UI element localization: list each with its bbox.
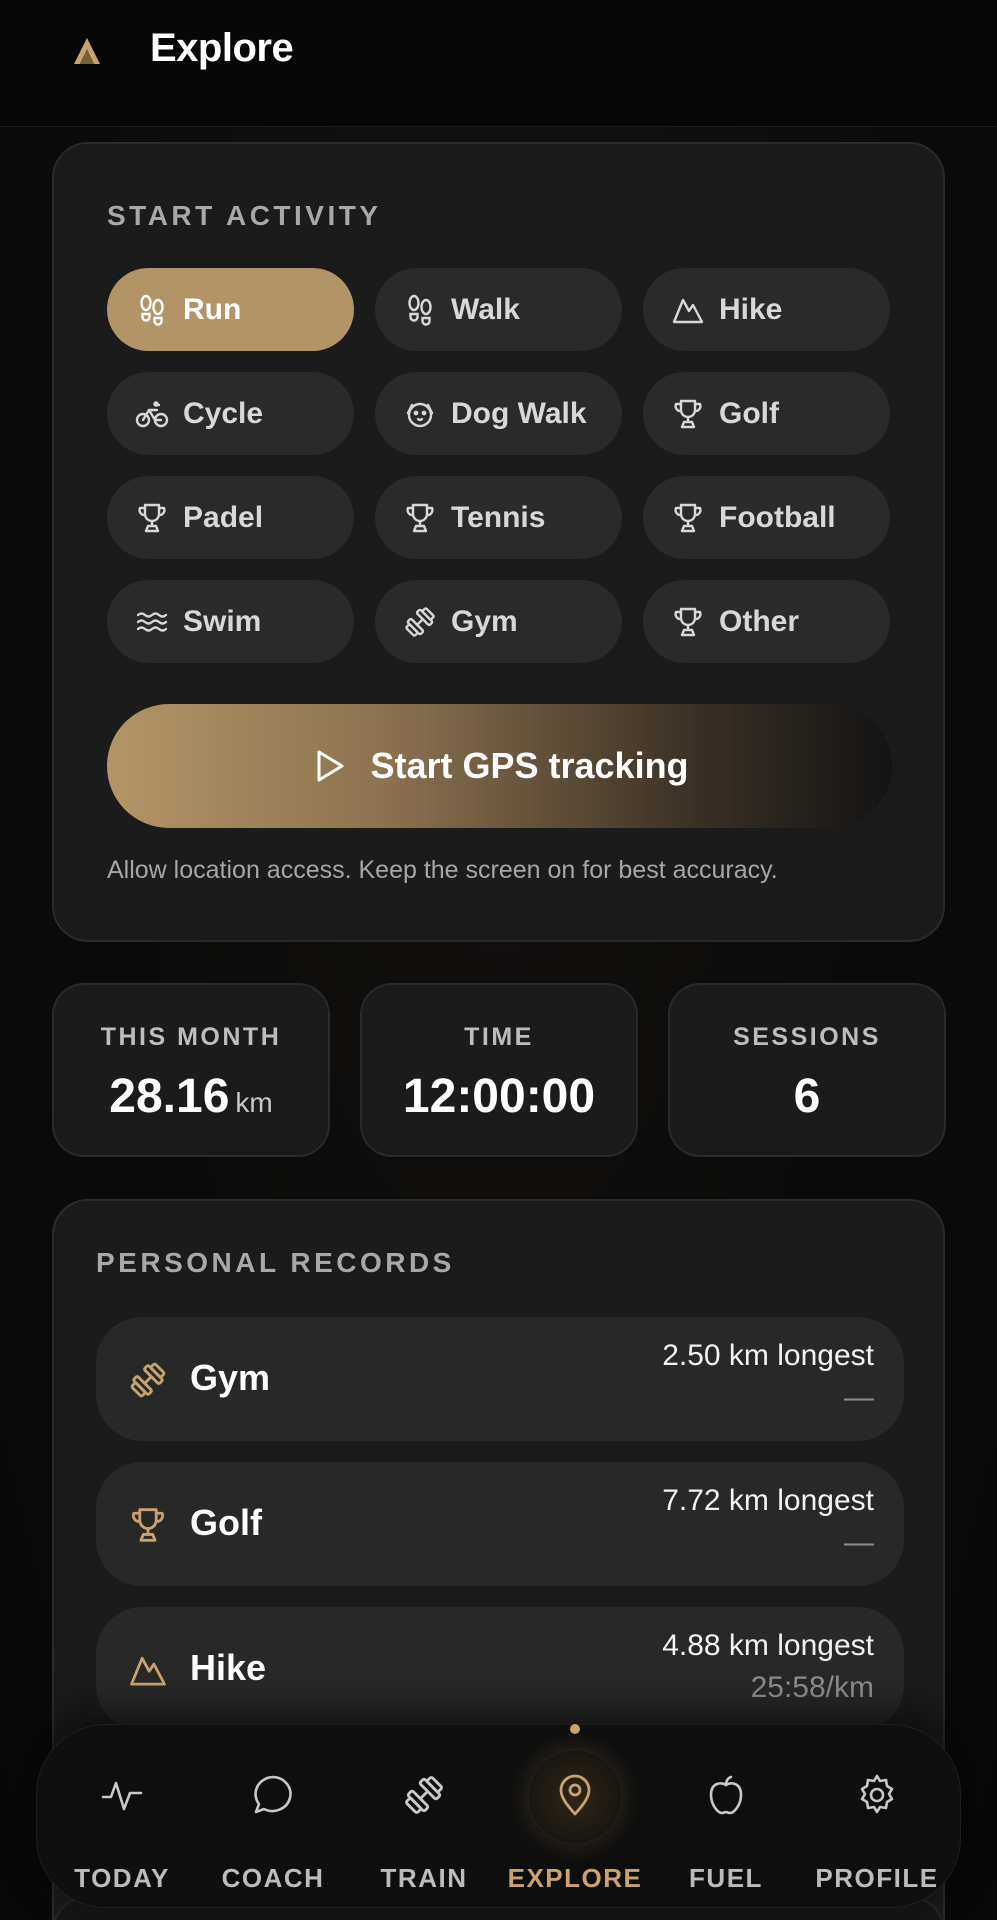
nav-label: COACH <box>221 1863 325 1893</box>
record-pace: — <box>844 1526 874 1559</box>
activity-chip-walk[interactable]: Walk <box>375 268 622 351</box>
nav-item-coach[interactable]: COACH <box>198 1725 348 1909</box>
start-activity-card: START ACTIVITY Run Walk Hike Cycle Dog W… <box>52 142 945 942</box>
stat-number: 28.16 <box>109 1070 230 1123</box>
stat-card-sessions: SESSIONS 6 <box>668 983 946 1157</box>
mountain-icon <box>672 298 704 323</box>
nav-item-explore[interactable]: EXPLORE <box>500 1724 650 1909</box>
nav-label: TODAY <box>74 1863 170 1893</box>
dumbbell-icon <box>405 1776 443 1814</box>
nav-label: PROFILE <box>815 1863 939 1893</box>
page-title: Explore <box>150 26 294 70</box>
record-distance: 4.88 km longest <box>662 1629 874 1662</box>
activity-chip-label: Swim <box>183 604 262 638</box>
stat-card-time: TIME 12:00:00 <box>360 983 638 1157</box>
record-pace: — <box>844 1381 874 1414</box>
gps-hint-text: Allow location access. Keep the screen o… <box>107 856 778 884</box>
mountain-icon <box>130 1656 166 1686</box>
activity-chip-cycle[interactable]: Cycle <box>107 372 354 455</box>
activity-icon <box>101 1781 143 1811</box>
nav-item-today[interactable]: TODAY <box>47 1725 197 1909</box>
record-row-golf[interactable]: Golf 7.72 km longest — <box>96 1462 904 1586</box>
nav-label: TRAIN <box>380 1863 468 1893</box>
app-logo-icon <box>74 38 100 64</box>
map-pin-icon <box>559 1774 591 1816</box>
trophy-icon <box>674 503 702 532</box>
nav-item-fuel[interactable]: FUEL <box>651 1725 801 1909</box>
nav-label: EXPLORE <box>507 1863 643 1893</box>
record-name: Hike <box>190 1647 267 1688</box>
personal-records-label: PERSONAL RECORDS <box>96 1247 455 1278</box>
activity-chip-grid: Run Walk Hike Cycle Dog Walk Golf Padel … <box>107 268 892 663</box>
dog-icon <box>406 402 434 427</box>
trophy-icon <box>406 503 434 532</box>
footprints-icon <box>140 294 164 326</box>
nav-label: FUEL <box>689 1863 763 1893</box>
trophy-icon <box>138 503 166 532</box>
trophy-icon <box>674 399 702 428</box>
stat-label: TIME <box>464 1023 534 1051</box>
bottom-navigation: TODAY COACH TRAIN EXPLORE FUEL PROFILE <box>36 1724 961 1908</box>
dumbbell-icon <box>130 1362 166 1398</box>
activity-chip-other[interactable]: Other <box>643 580 890 663</box>
activity-chip-label: Other <box>719 604 800 638</box>
record-row-gym[interactable]: Gym 2.50 km longest — <box>96 1317 904 1441</box>
activity-chip-dog-walk[interactable]: Dog Walk <box>375 372 622 455</box>
activity-chip-label: Run <box>183 292 242 326</box>
activity-chip-label: Gym <box>451 604 518 638</box>
activity-chip-football[interactable]: Football <box>643 476 890 559</box>
nav-item-train[interactable]: TRAIN <box>349 1725 499 1909</box>
waves-icon <box>136 611 168 632</box>
bike-icon <box>135 400 169 427</box>
activity-chip-label: Padel <box>183 500 264 534</box>
stat-value: 12:00:00 <box>402 1070 596 1123</box>
activity-chip-label: Football <box>719 500 836 534</box>
stat-value: 6 <box>793 1070 821 1123</box>
record-name: Gym <box>190 1357 271 1398</box>
activity-chip-padel[interactable]: Padel <box>107 476 354 559</box>
record-pace: 25:58/km <box>750 1671 874 1704</box>
record-distance: 2.50 km longest <box>662 1339 874 1372</box>
record-distance: 7.72 km longest <box>662 1484 874 1517</box>
start-activity-label: START ACTIVITY <box>107 200 382 231</box>
activity-chip-label: Cycle <box>183 396 264 430</box>
activity-chip-label: Hike <box>719 292 783 326</box>
activity-chip-run[interactable]: Run <box>107 268 354 351</box>
activity-chip-label: Tennis <box>451 500 546 534</box>
chat-bubble-icon <box>254 1775 292 1814</box>
activity-chip-label: Dog Walk <box>451 396 587 430</box>
activity-chip-tennis[interactable]: Tennis <box>375 476 622 559</box>
gear-icon <box>860 1774 894 1814</box>
start-gps-tracking-button[interactable]: Start GPS tracking <box>107 704 892 828</box>
stat-card-this-month: THIS MONTH 28.16 km <box>52 983 330 1157</box>
activity-chip-golf[interactable]: Golf <box>643 372 890 455</box>
play-icon <box>317 750 344 782</box>
gps-button-label: Start GPS tracking <box>370 745 689 786</box>
activity-chip-hike[interactable]: Hike <box>643 268 890 351</box>
trophy-icon <box>132 1508 164 1542</box>
stat-label: SESSIONS <box>733 1023 881 1051</box>
stat-value: 28.16 km <box>54 1069 328 1124</box>
active-indicator-dot <box>570 1724 580 1734</box>
activity-chip-label: Walk <box>451 292 520 326</box>
stat-unit: km <box>235 1087 273 1118</box>
activity-chip-label: Golf <box>719 396 779 430</box>
activity-chip-swim[interactable]: Swim <box>107 580 354 663</box>
dumbbell-icon <box>405 606 435 637</box>
explore-screen: Explore START ACTIVITY Run Walk Hike Cyc… <box>0 0 997 1920</box>
nav-item-profile[interactable]: PROFILE <box>802 1725 952 1909</box>
stat-label: THIS MONTH <box>100 1023 282 1051</box>
record-name: Golf <box>190 1502 262 1543</box>
record-row-hike[interactable]: Hike 4.88 km longest 25:58/km <box>96 1607 904 1731</box>
app-header: Explore <box>0 0 997 127</box>
footprints-icon <box>408 294 432 326</box>
apple-icon <box>709 1775 743 1815</box>
activity-chip-gym[interactable]: Gym <box>375 580 622 663</box>
trophy-icon <box>674 607 702 636</box>
